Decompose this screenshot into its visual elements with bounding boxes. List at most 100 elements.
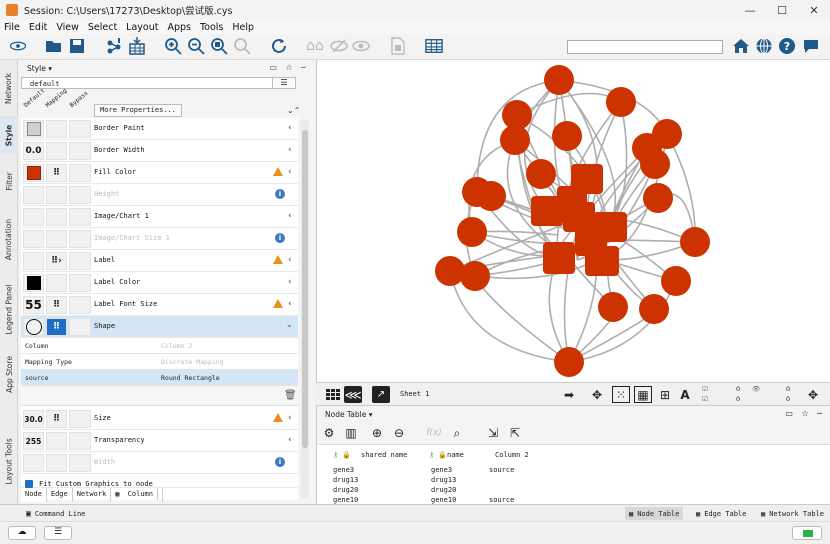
mapping-entry-row[interactable]: source Round Rectangle [21, 370, 298, 386]
info-icon[interactable]: i [275, 233, 285, 243]
row-fit-custom-graphics[interactable]: Fit Custom Graphics to node [21, 474, 298, 488]
edge-table-tab[interactable]: ▦ Edge Table [692, 507, 750, 520]
tab-column[interactable]: ▦ Column [111, 488, 163, 502]
row-transparency[interactable]: 255 Transparency ‹ [21, 430, 298, 452]
export-table-icon[interactable]: ⇱ [507, 425, 523, 441]
bypass-value[interactable] [69, 318, 91, 336]
cell-column-2[interactable]: source [489, 466, 514, 474]
cell-shared-name[interactable]: gene10 [333, 496, 358, 504]
chevron-left-icon[interactable]: ‹ [288, 145, 292, 155]
mapping-value[interactable] [46, 432, 67, 450]
mapping-type-value[interactable]: Discrete Mapping [161, 358, 224, 366]
expand-collapse-icons[interactable]: ⌄⌃ [287, 106, 300, 115]
row-image-chart-1[interactable]: Image/Chart 1 ‹ [21, 206, 298, 228]
menu-layout[interactable]: Layout [126, 22, 158, 33]
chevron-left-icon[interactable]: ‹ [288, 277, 292, 287]
cell-shared-name[interactable]: drug20 [333, 486, 358, 494]
row-size[interactable]: 30.0 ⠿ Size ‹ [21, 408, 298, 430]
tab-app-store[interactable]: App Store [0, 348, 18, 400]
network-node-rect[interactable] [531, 196, 563, 226]
search-input[interactable] [567, 40, 723, 54]
default-value[interactable] [23, 274, 44, 292]
show-columns-icon[interactable]: ▥ [343, 425, 359, 441]
default-value[interactable]: 0.0 [23, 142, 44, 160]
table-panel-title[interactable]: Node Table ▾ [325, 410, 373, 419]
style-selector[interactable]: default ▼ [21, 77, 286, 89]
home-icon[interactable] [732, 37, 750, 55]
row-label-font-size[interactable]: 55 ⠿ Label Font Size ‹ [21, 294, 298, 316]
menu-apps[interactable]: Apps [167, 22, 191, 33]
default-value[interactable]: 55 [23, 296, 44, 314]
panel-window-icons[interactable]: ▭ ☆ ─ [785, 409, 825, 418]
gear-icon[interactable]: ⚙ [321, 425, 337, 441]
detach-view-icon[interactable]: ↗ [372, 386, 390, 403]
menu-select[interactable]: Select [88, 22, 117, 33]
bypass-value[interactable] [69, 186, 91, 204]
mapping-value[interactable]: ⠿ [46, 296, 67, 314]
network-node[interactable] [639, 294, 669, 324]
cell-column-2[interactable]: source [489, 496, 514, 504]
bypass-value[interactable] [69, 410, 91, 428]
style-options-menu-icon[interactable]: ☰ [272, 77, 296, 89]
mapping-value[interactable]: ⠿ [46, 410, 67, 428]
network-node[interactable] [500, 125, 530, 155]
select-labels-icon[interactable]: A [676, 386, 694, 403]
style-panel-title[interactable]: Style ▾ [27, 64, 52, 73]
network-node[interactable] [460, 261, 490, 291]
bypass-value[interactable] [69, 208, 91, 226]
hide-icon[interactable] [330, 37, 348, 55]
network-table-tab[interactable]: ▦ Network Table [757, 507, 828, 520]
select-edges-icon[interactable]: ▦ [634, 386, 652, 403]
info-icon[interactable]: i [275, 457, 285, 467]
navigate-icon[interactable]: ✥ [804, 386, 822, 403]
save-session-icon[interactable] [68, 37, 86, 55]
network-node-rect[interactable] [585, 246, 619, 276]
info-icon[interactable]: i [275, 189, 285, 199]
network-node[interactable] [680, 227, 710, 257]
menu-edit[interactable]: Edit [29, 22, 47, 33]
tab-legend-panel[interactable]: Legend Panel [0, 274, 18, 344]
tab-layout-tools[interactable]: Layout Tools [0, 430, 18, 492]
share-network-icon[interactable]: ⋘ [344, 386, 362, 403]
trash-icon[interactable]: 🗑 [284, 390, 297, 401]
tab-edge[interactable]: Edge [47, 488, 73, 502]
zoom-out-icon[interactable] [187, 37, 205, 55]
default-value[interactable] [23, 454, 44, 472]
node-table-tab[interactable]: ▦ Node Table [625, 507, 684, 520]
default-value[interactable] [23, 208, 44, 226]
mapping-value[interactable] [46, 186, 67, 204]
warning-icon[interactable] [273, 299, 283, 308]
default-value[interactable] [23, 230, 44, 248]
network-canvas[interactable] [316, 60, 830, 382]
menu-tools[interactable]: Tools [200, 22, 223, 33]
row-image-chart-size-1[interactable]: Image/Chart Size 1 i [21, 228, 298, 250]
bypass-value[interactable] [69, 142, 91, 160]
mapping-entry-value[interactable]: Round Rectangle [161, 374, 220, 382]
chevron-left-icon[interactable]: ‹ [288, 255, 292, 265]
scrollbar-thumb[interactable] [302, 130, 308, 448]
network-node[interactable] [526, 159, 556, 189]
mapping-type-row[interactable]: Mapping Type Discrete Mapping [21, 354, 298, 370]
mapping-value[interactable] [46, 230, 67, 248]
bypass-value[interactable] [69, 164, 91, 182]
search-icon[interactable]: ⌕ [449, 425, 465, 441]
menu-file[interactable]: File [4, 22, 20, 33]
default-value[interactable]: 30.0 [23, 410, 44, 428]
chevron-down-icon[interactable]: ‹ [285, 324, 295, 328]
network-node-rect[interactable] [543, 242, 575, 274]
network-node[interactable] [661, 266, 691, 296]
row-label-color[interactable]: Label Color ‹ [21, 272, 298, 294]
mapping-column-value[interactable]: Column 2 [161, 342, 192, 350]
table-row[interactable]: drug13 drug13 [317, 476, 830, 486]
zoom-fit-icon[interactable] [210, 37, 228, 55]
row-border-width[interactable]: 0.0 Border Width ‹ [21, 140, 298, 162]
default-value[interactable] [23, 186, 44, 204]
menu-help[interactable]: Help [232, 22, 254, 33]
warning-icon[interactable] [273, 167, 283, 176]
mapping-value[interactable]: ⠿ [46, 318, 67, 336]
warning-icon[interactable] [273, 255, 283, 264]
mapping-value[interactable]: ⠿ [46, 164, 67, 182]
tab-style[interactable]: Style [0, 116, 18, 154]
function-builder-icon[interactable]: f(x) [423, 425, 445, 441]
mapping-value[interactable] [46, 208, 67, 226]
